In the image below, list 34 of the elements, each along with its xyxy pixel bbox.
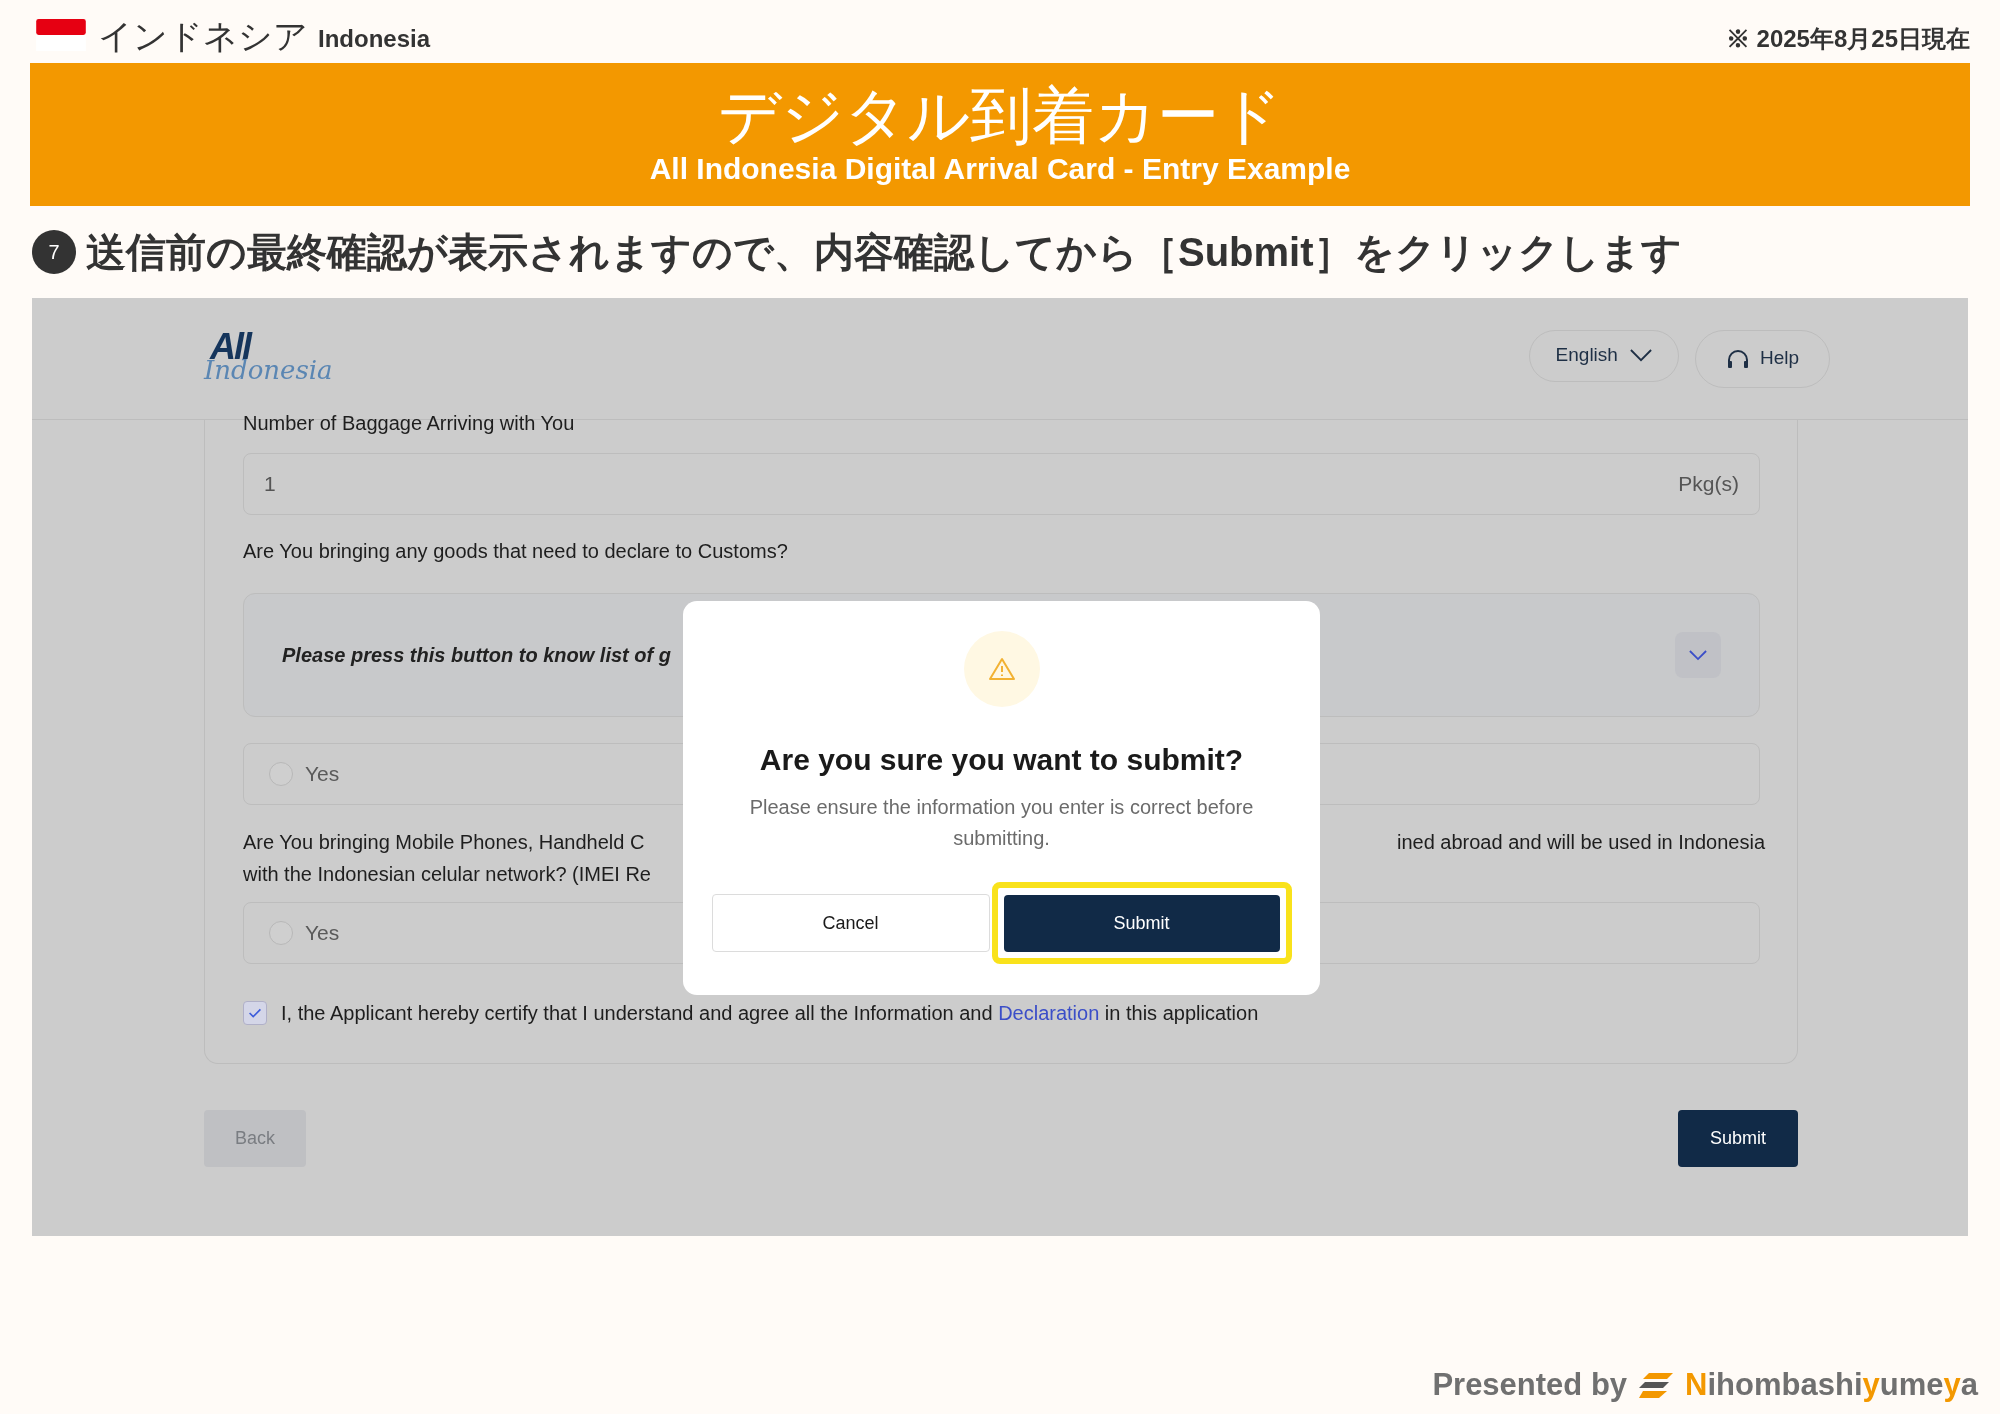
certification-text: I, the Applicant hereby certify that I understand and agree all the Information and Declaration in this application (281, 1001, 1259, 1026)
chevron-down-icon (1629, 349, 1652, 362)
warning-icon (988, 657, 1015, 681)
dialog-message: Please ensure the information you enter is correct before submitting. (748, 795, 1255, 851)
dialog-title: Are you sure you want to submit? (759, 742, 1244, 778)
banner-subtitle: All Indonesia Digital Arrival Card - Entry Example (649, 150, 1351, 187)
field-label: Number of Baggage Arriving with You (243, 411, 575, 436)
cancel-button[interactable]: Cancel (711, 894, 990, 952)
company-name: Nihombashiyumeya (1685, 1366, 1978, 1404)
question-text: Are You bringing Mobile Phones, Handheld C (243, 830, 645, 855)
submit-button[interactable]: Submit (1678, 1110, 1798, 1167)
accordion-text: Please press this button to know list of g (282, 643, 671, 668)
chevron-icon (1689, 649, 1707, 661)
headset-icon (1725, 348, 1750, 369)
question-text: ined abroad and will be used in Indonesia (1396, 830, 1765, 855)
option-label: Yes (305, 761, 340, 788)
step-instruction: 送信前の最終確認が表示されますので、内容確認してから［Submit］をクリックします (86, 229, 1682, 276)
question-text: with the Indonesian celular network? (IMEI Re (243, 862, 651, 887)
unit-label: Pkg(s) (1678, 471, 1739, 498)
expand-toggle[interactable] (1675, 632, 1721, 678)
question-text: Are You bringing any goods that need to declare to Customs? (243, 539, 788, 564)
checkbox[interactable] (243, 1001, 267, 1025)
stripes-logo-icon (1639, 1371, 1674, 1400)
submit-button[interactable]: Submit (1003, 894, 1280, 952)
option-label: Yes (305, 920, 340, 947)
date-note: ※ 2025年8月25日現在 (1725, 24, 1970, 54)
country-name: Indonesia (318, 27, 431, 51)
baggage-count-field[interactable]: 1 Pkg(s) (243, 453, 1760, 515)
presenter-label: Presented by (1432, 1366, 1628, 1404)
banner-title: デジタル到着カード (718, 82, 1282, 151)
declaration-link[interactable]: Declaration (998, 1002, 1100, 1024)
country-name: インドネシア (98, 19, 308, 53)
field-value: 1 (264, 471, 276, 498)
step-number: 7 (32, 230, 76, 274)
